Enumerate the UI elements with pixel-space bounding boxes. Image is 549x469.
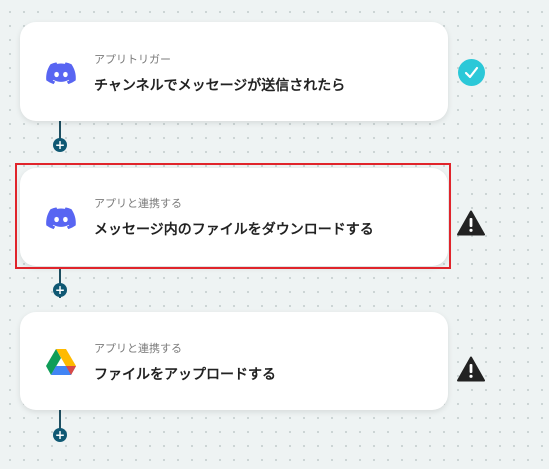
add-step-button[interactable]: + [53, 428, 67, 442]
selected-step-outline [15, 163, 451, 269]
status-success-icon [458, 59, 485, 86]
add-step-button[interactable]: + [53, 283, 67, 297]
step-title: チャンネルでメッセージが送信されたら [94, 78, 346, 94]
google-drive-icon [46, 349, 76, 375]
warning-icon [457, 210, 485, 236]
flow-step-card-trigger[interactable]: アプリトリガー チャンネルでメッセージが送信されたら [20, 22, 448, 121]
flow-step-card-upload[interactable]: アプリと連携する ファイルをアップロードする [20, 312, 448, 410]
add-step-button[interactable]: + [53, 138, 67, 152]
step-title: ファイルをアップロードする [94, 367, 276, 383]
warning-icon [457, 356, 485, 382]
discord-icon [46, 62, 76, 85]
step-type-label: アプリと連携する [94, 342, 182, 355]
step-type-label: アプリトリガー [94, 53, 171, 66]
